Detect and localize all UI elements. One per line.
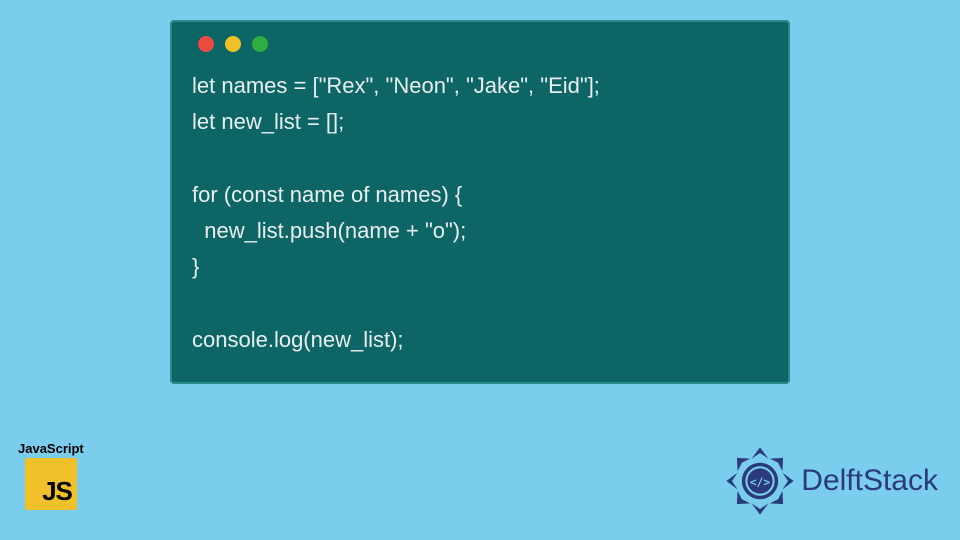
maximize-dot-icon — [252, 36, 268, 52]
brand-name: DelftStack — [801, 464, 938, 498]
javascript-icon: JS — [25, 458, 77, 510]
code-window: let names = ["Rex", "Neon", "Jake", "Eid… — [170, 20, 790, 384]
javascript-label: JavaScript — [18, 441, 84, 456]
close-dot-icon — [198, 36, 214, 52]
svg-text:</>: </> — [750, 476, 770, 489]
brand-logo: </> DelftStack — [725, 446, 938, 516]
javascript-short: JS — [42, 476, 72, 507]
javascript-badge: JavaScript JS — [18, 441, 84, 510]
minimize-dot-icon — [225, 36, 241, 52]
brand-icon: </> — [725, 446, 795, 516]
code-content: let names = ["Rex", "Neon", "Jake", "Eid… — [192, 68, 768, 358]
window-controls — [198, 36, 768, 52]
